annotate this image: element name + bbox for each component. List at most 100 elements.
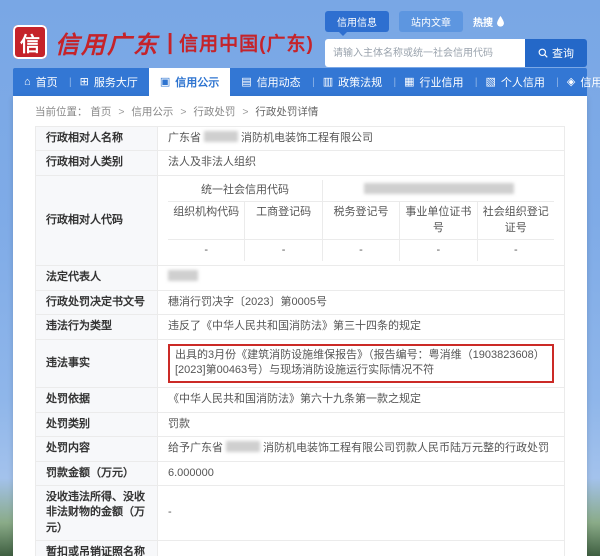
tab-site-articles[interactable]: 站内文章 (399, 11, 463, 32)
breadcrumb-item-home[interactable]: 首页 (90, 106, 111, 118)
violation-fact-highlight: 出具的3月份《建筑消防设施维保报告》（报告编号：粤消维（1903823608）[… (168, 344, 554, 384)
building-icon: ▦ (404, 77, 414, 88)
uscc-label: 统一社会信用代码 (168, 180, 322, 201)
row-label: 没收违法所得、没收非法财物的金额（万元） (36, 485, 158, 540)
id-card-icon: ▧ (486, 77, 496, 88)
code-value: - (245, 240, 321, 261)
shield-icon: ◈ (567, 77, 575, 88)
grid-icon: ⊞ (80, 77, 89, 88)
code-values-row: - - - - - (168, 239, 554, 261)
document-icon: ▤ (241, 77, 251, 88)
table-row: 罚款金额（万元） 6.000000 (36, 461, 565, 485)
breadcrumb-prefix: 当前位置： (35, 106, 88, 118)
table-row: 法定代表人 (36, 266, 565, 290)
row-label: 行政相对人类别 (36, 151, 158, 175)
nav-label: 政策法规 (338, 74, 382, 90)
penalty-content-value: 给予广东省消防机电装饰工程有限公司罚款人民币陆万元整的行政处罚 (158, 437, 565, 461)
site-logo[interactable]: 信 信用广东 | 信用中国(广东) (13, 22, 314, 62)
nav-item-home[interactable]: ⌂ 首页 (13, 68, 69, 96)
value-text: 消防机电装饰工程有限公司罚款人民币陆万元整的行政处罚 (263, 442, 549, 454)
row-label: 行政处罚决定书文号 (36, 290, 158, 314)
nav-item-industry-credit[interactable]: ▦ 行业信用 (393, 68, 474, 96)
row-label: 罚款金额（万元） (36, 461, 158, 485)
row-label: 行政相对人名称 (36, 127, 158, 151)
row-label: 暂扣或吊销证照名称及编号 (36, 541, 158, 556)
uscc-value (323, 180, 554, 201)
search-button[interactable]: 查询 (525, 39, 587, 67)
site-header: 信 信用广东 | 信用中国(广东) 信用信息 站内文章 热搜 查询 (0, 0, 600, 68)
legal-representative-value (158, 266, 565, 290)
breadcrumb-separator: > (242, 106, 248, 118)
table-row: 违法事实 出具的3月份《建筑消防设施维保报告》（报告编号：粤消维（1903823… (36, 339, 565, 388)
breadcrumb-item-publicity[interactable]: 信用公示 (131, 106, 173, 118)
breadcrumb-separator: > (118, 106, 124, 118)
redacted-text (168, 270, 198, 281)
table-row: 没收违法所得、没收非法财物的金额（万元） - (36, 485, 565, 540)
counterpart-type-value: 法人及非法人组织 (158, 151, 565, 175)
code-value: - (323, 240, 399, 261)
table-row: 处罚类别 罚款 (36, 412, 565, 436)
penalty-basis-value: 《中华人民共和国消防法》第六十九条第一款之规定 (158, 388, 565, 412)
nav-item-credit-publicity[interactable]: ▣ 信用公示 (149, 68, 230, 96)
briefcase-icon: ▣ (160, 77, 170, 88)
violation-fact-cell: 出具的3月份《建筑消防设施维保报告》（报告编号：粤消维（1903823608）[… (158, 339, 565, 388)
decision-doc-no-value: 穗消行罚决字〔2023〕第0005号 (158, 290, 565, 314)
code-header: 事业单位证书号 (400, 202, 476, 239)
nav-label: 首页 (36, 74, 58, 90)
hot-search-label: 热搜 (473, 14, 493, 29)
redacted-text (226, 441, 260, 452)
nav-label: 行业信用 (420, 74, 464, 90)
code-value: - (400, 240, 476, 261)
nav-item-policies[interactable]: ▥ 政策法规 (312, 68, 393, 96)
nav-item-service-hall[interactable]: ⊞ 服务大厅 (69, 68, 149, 96)
nav-label: 个人信用 (501, 74, 545, 90)
table-row: 行政处罚决定书文号 穗消行罚决字〔2023〕第0005号 (36, 290, 565, 314)
breadcrumb-item-penalty[interactable]: 行政处罚 (193, 106, 235, 118)
code-header: 社会组织登记证号 (478, 202, 554, 239)
counterpart-name-value: 广东省 消防机电装饰工程有限公司 (158, 127, 565, 151)
brand-divider: | (167, 29, 173, 55)
table-row: 行政相对人名称 广东省 消防机电装饰工程有限公司 (36, 127, 565, 151)
code-header: 工商登记码 (245, 202, 321, 239)
home-icon: ⌂ (24, 77, 31, 88)
nav-item-credit-news[interactable]: ▤ 信用动态 (230, 68, 311, 96)
seal-logo-icon: 信 (13, 25, 47, 59)
code-header: 税务登记号 (323, 202, 399, 239)
table-row: 处罚内容 给予广东省消防机电装饰工程有限公司罚款人民币陆万元整的行政处罚 (36, 437, 565, 461)
breadcrumb-separator: > (180, 106, 186, 118)
hot-search[interactable]: 热搜 (473, 14, 505, 29)
breadcrumb-item-detail: 行政处罚详情 (255, 106, 318, 118)
value-text: 消防机电装饰工程有限公司 (241, 132, 373, 144)
table-row: 处罚依据 《中华人民共和国消防法》第六十九条第一款之规定 (36, 388, 565, 412)
redacted-text (204, 131, 238, 142)
license-revocation-value: - (158, 541, 565, 556)
search-tabs: 信用信息 站内文章 热搜 (325, 10, 587, 32)
content-card: 当前位置： 首页 > 信用公示 > 行政处罚 > 行政处罚详情 行政相对人名称 … (13, 96, 587, 556)
nav-label: 服务大厅 (94, 74, 138, 90)
row-label: 处罚依据 (36, 388, 158, 412)
value-text: 广东省 (168, 132, 201, 144)
search-icon (538, 48, 548, 58)
row-label: 违法行为类型 (36, 315, 158, 339)
search-input[interactable] (325, 39, 525, 67)
fine-amount-value: 6.000000 (158, 461, 565, 485)
search-button-label: 查询 (552, 45, 574, 61)
penalty-detail-table: 行政相对人名称 广东省 消防机电装饰工程有限公司 行政相对人类别 法人及非法人组织… (35, 126, 565, 556)
search-area: 信用信息 站内文章 热搜 查询 (325, 10, 587, 68)
nav-item-personal-credit[interactable]: ▧ 个人信用 (475, 68, 556, 96)
breadcrumb: 当前位置： 首页 > 信用公示 > 行政处罚 > 行政处罚详情 (13, 96, 587, 126)
code-headers-row: 组织机构代码 工商登记码 税务登记号 事业单位证书号 社会组织登记证号 (168, 201, 554, 239)
row-label: 违法事实 (36, 339, 158, 388)
counterpart-codes-cell: 统一社会信用代码 组织机构代码 工商登记码 税务登记号 事业单位证书号 社会组织… (158, 175, 565, 266)
confiscation-amount-value: - (158, 485, 565, 540)
book-icon: ▥ (323, 77, 333, 88)
row-label: 处罚内容 (36, 437, 158, 461)
row-label: 法定代表人 (36, 266, 158, 290)
tab-credit-info[interactable]: 信用信息 (325, 11, 389, 32)
nav-item-credit-commitment[interactable]: ◈ 信用承诺 (556, 68, 600, 96)
search-bar: 查询 (325, 39, 587, 67)
code-value: - (168, 240, 244, 261)
uscc-row: 统一社会信用代码 (168, 180, 554, 201)
brand-cn-text: 信用中国(广东) (179, 29, 314, 56)
page-background: 信 信用广东 | 信用中国(广东) 信用信息 站内文章 热搜 查询 (0, 0, 600, 556)
